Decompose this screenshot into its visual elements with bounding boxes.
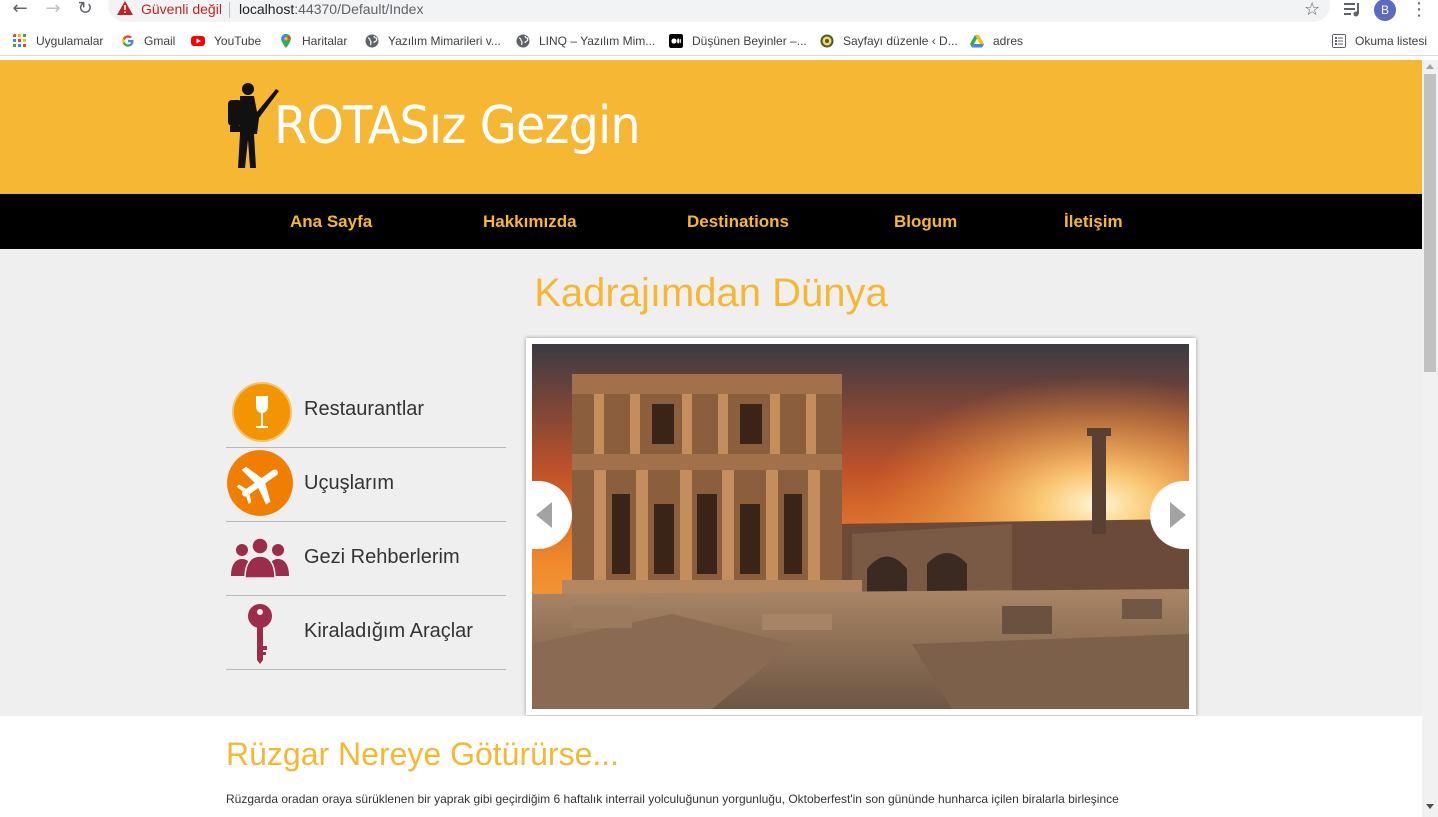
reading-list-label: Okuma listesi (1355, 34, 1428, 48)
nav-ana-sayfa[interactable]: Ana Sayfa (290, 212, 372, 232)
bookmarks-bar: Uygulamalar Gmail YouTube Haritalar Yazı… (0, 28, 1438, 56)
bookmark-dusunen-beyinler[interactable]: Düşünen Beyinler –... (669, 33, 807, 51)
nav-iletisim[interactable]: İletişim (1064, 212, 1123, 232)
article-text: Rüzgarda oradan oraya sürüklenen bir yap… (226, 792, 1119, 806)
apps-grid-icon (13, 34, 26, 47)
bookmark-apps[interactable]: Uygulamalar (13, 33, 103, 51)
slide-image-ephesus-library (532, 344, 1189, 709)
site-header: ROTASız Gezgin (0, 60, 1422, 194)
people-group-icon (231, 537, 289, 579)
bookmark-label: LINQ – Yazılım Mim... (539, 34, 656, 48)
globe-icon (365, 34, 379, 48)
maps-pin-icon (281, 34, 291, 48)
category-restaurants[interactable]: Restaurantlar (226, 374, 506, 448)
category-label: Restaurantlar (304, 398, 425, 420)
gallery-title: Kadrajımdan Dünya (534, 271, 888, 315)
bookmark-label: Yazılım Mimarileri v... (388, 34, 501, 48)
category-flights[interactable]: Uçuşlarım (226, 448, 506, 522)
category-guides[interactable]: Gezi Rehberlerim (226, 522, 506, 596)
main-navigation: Ana Sayfa Hakkımızda Destinations Blogum… (0, 194, 1422, 249)
reading-list-icon (1332, 34, 1346, 48)
reading-list[interactable]: Okuma listesi (1332, 33, 1427, 49)
nav-blogum[interactable]: Blogum (894, 212, 957, 232)
image-slider (526, 338, 1196, 715)
forward-arrow-icon[interactable]: → (43, 0, 63, 20)
article-section: Rüzgar Nereye Götürürse... Rüzgarda orad… (0, 716, 1422, 817)
url-text[interactable]: localhost:44370/Default/Index (239, 1, 423, 17)
globe-icon (516, 34, 530, 48)
warning-icon[interactable] (117, 1, 133, 15)
wordpress-icon (820, 34, 834, 48)
chevron-right-icon (1170, 502, 1186, 528)
url-divider (229, 2, 230, 18)
bookmark-gmail[interactable]: Gmail (121, 33, 175, 51)
key-icon (248, 604, 272, 664)
url-path: :44370/Default/Index (294, 1, 424, 17)
scroll-down-icon[interactable] (1426, 804, 1434, 809)
nav-hakkimizda[interactable]: Hakkımızda (483, 212, 577, 232)
bookmark-linq[interactable]: LINQ – Yazılım Mim... (516, 33, 655, 51)
bookmark-youtube[interactable]: YouTube (191, 33, 261, 51)
page-scrollbar[interactable] (1422, 60, 1438, 817)
bookmark-label: adres (993, 34, 1024, 48)
category-label: Kiraladığım Araçlar (304, 620, 473, 642)
bookmark-maps[interactable]: Haritalar (279, 33, 347, 51)
back-arrow-icon[interactable]: ← (10, 0, 30, 20)
media-control-icon[interactable] (1343, 0, 1361, 18)
category-rentals[interactable]: Kiraladığım Araçlar (226, 596, 506, 670)
bookmark-label: Düşünen Beyinler –... (692, 34, 807, 48)
bookmark-adres[interactable]: adres (970, 33, 1023, 51)
bookmark-sayfayi-duzenle[interactable]: Sayfayı düzenle ‹ D... (820, 33, 958, 51)
scroll-up-icon[interactable] (1426, 64, 1434, 69)
reload-icon[interactable]: ↻ (75, 0, 95, 20)
bookmark-star-icon[interactable]: ☆ (1304, 0, 1320, 20)
drive-icon (970, 35, 984, 48)
youtube-icon (191, 36, 205, 46)
logo-text: ROTASız Gezgin (274, 96, 641, 156)
profile-avatar[interactable]: B (1374, 0, 1396, 21)
kebab-menu-icon[interactable]: ⋮ (1410, 0, 1428, 20)
google-icon (122, 35, 134, 47)
browser-toolbar: ← → ↻ Güvenli değil localhost:44370/Defa… (0, 0, 1438, 22)
bookmark-yazilim-mimarileri[interactable]: Yazılım Mimarileri v... (365, 33, 501, 51)
airplane-icon (227, 450, 293, 516)
article-title: Rüzgar Nereye Götürürse... (226, 736, 620, 772)
url-host: localhost (239, 1, 295, 17)
scroll-thumb[interactable] (1424, 74, 1436, 372)
site-logo[interactable]: ROTASız Gezgin (222, 82, 641, 174)
page-viewport: ROTASız Gezgin Ana Sayfa Hakkımızda Dest… (0, 60, 1422, 817)
category-list: Restaurantlar Uçuşlarım Gezi Rehberlerim… (226, 374, 506, 670)
bookmark-label: Uygulamalar (36, 34, 104, 48)
bookmark-label: Sayfayı düzenle ‹ D... (843, 34, 958, 48)
hiker-silhouette-icon (228, 83, 279, 168)
gallery-section: Kadrajımdan Dünya Restaurantlar Uçuşları… (0, 249, 1422, 716)
wine-glass-icon (232, 382, 292, 442)
nav-destinations[interactable]: Destinations (687, 212, 789, 232)
chevron-left-icon (536, 502, 552, 528)
bookmark-label: Gmail (144, 34, 176, 48)
bookmark-label: Haritalar (302, 34, 348, 48)
category-label: Uçuşlarım (304, 472, 395, 494)
category-label: Gezi Rehberlerim (304, 546, 460, 568)
security-status[interactable]: Güvenli değil (141, 1, 222, 17)
medium-icon (669, 34, 683, 48)
bookmark-label: YouTube (214, 34, 262, 48)
